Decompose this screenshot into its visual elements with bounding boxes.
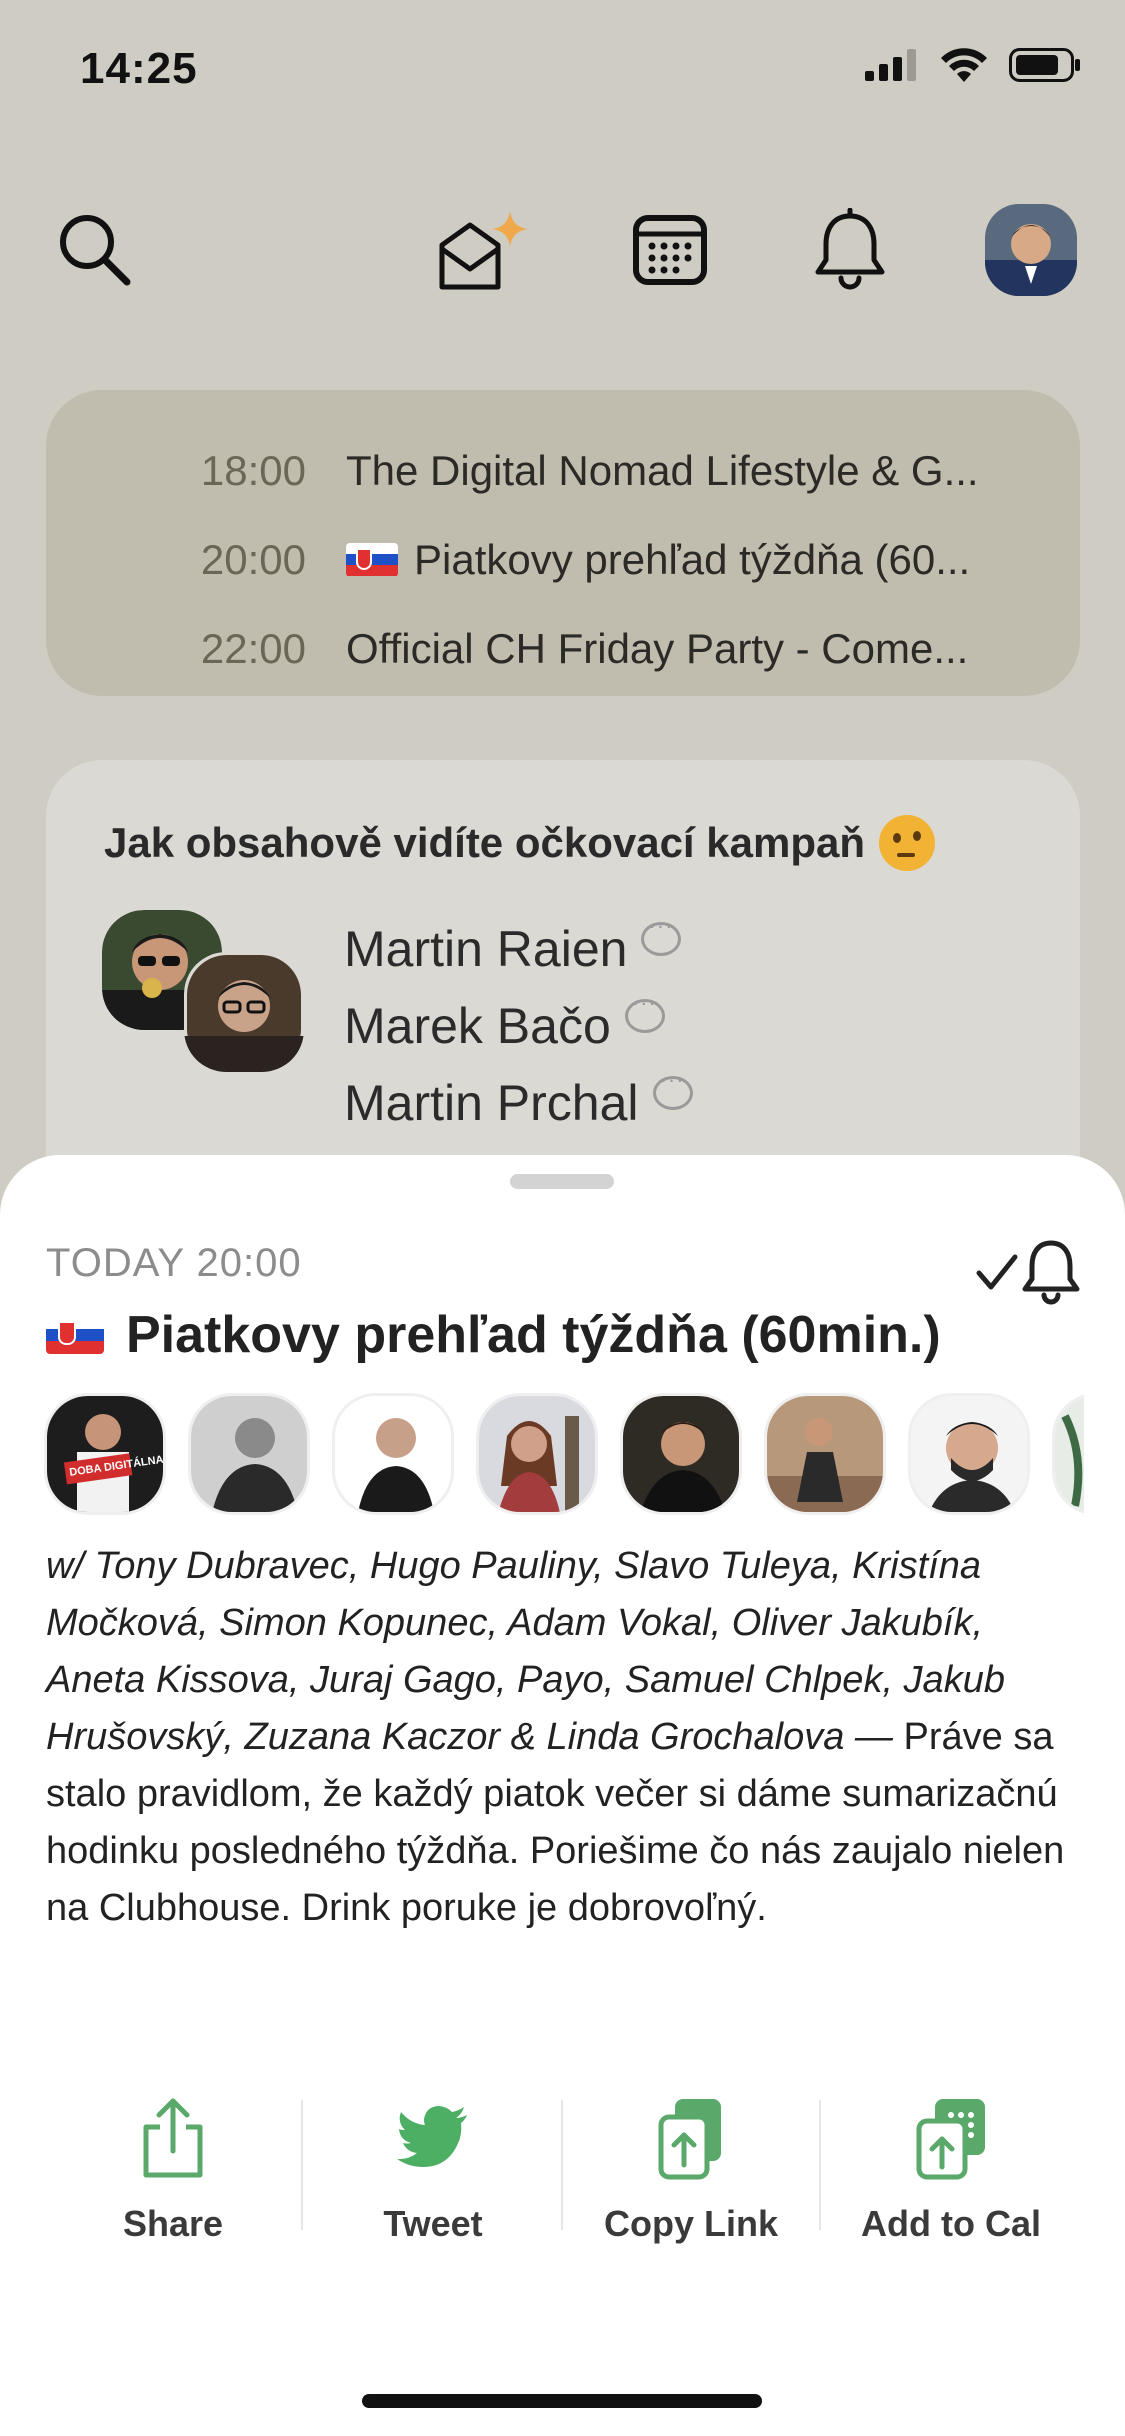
speech-bubble-icon bbox=[624, 990, 665, 1033]
copy-link-label: Copy Link bbox=[603, 2203, 778, 2244]
event-detail-sheet: TODAY 20:00 Piatkovy prehľad týždňa (60m… bbox=[0, 1155, 1125, 2436]
speaker-list: Martin Raien Marek Bačo Martin Prchal bbox=[344, 910, 693, 1141]
search-icon bbox=[60, 215, 131, 286]
event-description: w/ Tony Dubravec, Hugo Pauliny, Slavo Tu… bbox=[46, 1538, 1086, 1937]
avatar bbox=[184, 952, 304, 1072]
copy-link-button[interactable]: Copy Link bbox=[562, 2095, 820, 2255]
twitter-bird-icon bbox=[397, 2106, 467, 2167]
avatar-image: DOBA DIGITÁLNA bbox=[47, 1396, 163, 1512]
tweet-label: Tweet bbox=[383, 2203, 483, 2244]
status-time: 14:25 bbox=[80, 44, 198, 93]
bell-icon bbox=[1022, 1240, 1080, 1305]
avatar bbox=[985, 204, 1077, 296]
bell-icon bbox=[815, 208, 885, 290]
avatar-image bbox=[767, 1396, 883, 1512]
upcoming-event-title-text: Piatkovy prehľad týždňa (60... bbox=[414, 535, 971, 583]
tweet-button[interactable]: Tweet bbox=[304, 2095, 562, 2255]
speech-bubble-icon bbox=[652, 1067, 693, 1110]
upcoming-event-title: Piatkovy prehľad týždňa (60... bbox=[346, 536, 1036, 584]
add-to-calendar-label: Add to Cal bbox=[861, 2203, 1041, 2244]
avatar[interactable] bbox=[188, 1393, 310, 1515]
upcoming-event-time: 22:00 bbox=[200, 624, 306, 672]
avatar[interactable]: DOBA DIGITÁLNA bbox=[44, 1393, 166, 1515]
upcoming-events-card[interactable]: 18:00 The Digital Nomad Lifestyle & G...… bbox=[46, 390, 1080, 696]
slovakia-flag-icon bbox=[46, 1316, 104, 1354]
speech-bubble-icon bbox=[641, 913, 682, 956]
speaker-name-text: Martin Raien bbox=[344, 920, 628, 977]
divider bbox=[301, 2100, 303, 2230]
status-bar: 14:25 bbox=[0, 0, 1125, 140]
share-label: Share bbox=[122, 2203, 224, 2244]
upcoming-event-title: The Digital Nomad Lifestyle & G... bbox=[346, 447, 1036, 495]
status-icons bbox=[865, 48, 1081, 82]
avatar-image bbox=[191, 1396, 307, 1512]
divider bbox=[819, 2100, 821, 2230]
calendar-icon bbox=[633, 215, 707, 285]
avatar-image bbox=[1055, 1396, 1084, 1512]
avatar[interactable] bbox=[1052, 1393, 1084, 1515]
upcoming-event-title: Official CH Friday Party - Come... bbox=[346, 625, 1036, 673]
sheet-grabber[interactable] bbox=[510, 1174, 614, 1189]
notifications-button[interactable] bbox=[805, 195, 895, 305]
room-speaker-avatars bbox=[102, 910, 312, 1080]
avatar-image bbox=[335, 1396, 451, 1512]
avatar[interactable] bbox=[764, 1393, 886, 1515]
invites-button[interactable] bbox=[430, 195, 540, 305]
share-icon bbox=[143, 2098, 203, 2178]
checkmark-icon bbox=[976, 1254, 1018, 1290]
add-to-calendar-icon bbox=[916, 2099, 985, 2180]
speaker-name-text: Marek Bačo bbox=[344, 997, 611, 1054]
avatar[interactable] bbox=[620, 1393, 742, 1515]
event-datetime: TODAY 20:00 bbox=[46, 1241, 302, 1285]
notify-toggle-button[interactable] bbox=[975, 1237, 1083, 1309]
slovakia-flag-icon bbox=[346, 542, 398, 577]
upcoming-event-row[interactable]: 20:00 Piatkovy prehľad týždňa (60... bbox=[46, 515, 1080, 604]
event-title: Piatkovy prehľad týždňa (60min.) bbox=[46, 1305, 941, 1365]
upcoming-event-time: 18:00 bbox=[200, 446, 306, 494]
battery-icon bbox=[1009, 48, 1080, 82]
upcoming-event-title-text: The Digital Nomad Lifestyle & G... bbox=[346, 446, 979, 494]
share-button[interactable]: Share bbox=[44, 2095, 302, 2255]
speaker-name: Marek Bačo bbox=[344, 987, 693, 1064]
envelope-sparkle-icon bbox=[439, 211, 528, 290]
search-button[interactable] bbox=[50, 195, 140, 305]
event-hosts: w/ Tony Dubravec, Hugo Pauliny, Slavo Tu… bbox=[46, 1545, 1005, 1758]
avatar-image bbox=[623, 1396, 739, 1512]
upcoming-event-title-text: Official CH Friday Party - Come... bbox=[346, 624, 969, 672]
host-avatars-row: DOBA DIGITÁLNA bbox=[44, 1393, 1084, 1519]
avatar[interactable] bbox=[332, 1393, 454, 1515]
add-to-calendar-button[interactable]: Add to Cal bbox=[822, 2095, 1080, 2255]
event-actions: Share Tweet Copy Link Add to Cal bbox=[0, 2095, 1125, 2255]
avatar-image bbox=[479, 1396, 595, 1512]
home-indicator[interactable] bbox=[362, 2394, 762, 2408]
upcoming-event-row[interactable]: 22:00 Official CH Friday Party - Come... bbox=[46, 604, 1080, 693]
copy-link-icon bbox=[658, 2099, 721, 2180]
speaker-name: Martin Prchal bbox=[344, 1064, 693, 1141]
avatar[interactable] bbox=[476, 1393, 598, 1515]
calendar-button[interactable] bbox=[625, 195, 715, 305]
profile-avatar-button[interactable] bbox=[985, 195, 1077, 305]
avatar[interactable] bbox=[908, 1393, 1030, 1515]
upcoming-event-row[interactable]: 18:00 The Digital Nomad Lifestyle & G... bbox=[46, 426, 1080, 515]
upcoming-event-time: 20:00 bbox=[200, 535, 306, 583]
avatar-image bbox=[911, 1396, 1027, 1512]
wifi-icon bbox=[941, 48, 987, 82]
cellular-signal-icon bbox=[865, 49, 916, 81]
thinking-face-icon bbox=[879, 815, 936, 871]
speaker-name: Martin Raien bbox=[344, 910, 693, 987]
speaker-name-text: Martin Prchal bbox=[344, 1074, 639, 1131]
room-title: Jak obsahově vidíte očkovací kampaň bbox=[104, 815, 936, 871]
event-title-text: Piatkovy prehľad týždňa (60min.) bbox=[126, 1306, 941, 1364]
room-title-text: Jak obsahově vidíte očkovací kampaň bbox=[104, 819, 866, 866]
top-nav bbox=[0, 195, 1125, 305]
